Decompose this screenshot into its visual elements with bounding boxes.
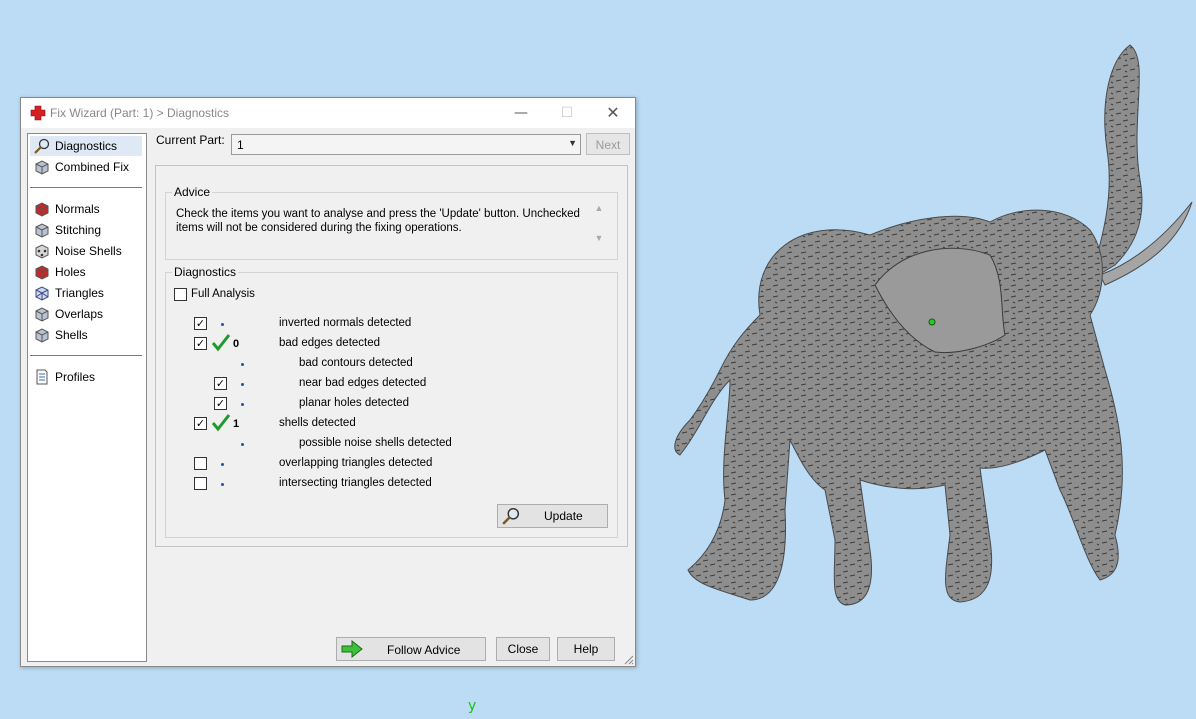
sidebar-item-label: Profiles — [55, 370, 96, 384]
current-part-label: Current Part: — [156, 133, 225, 147]
sidebar-item-shells[interactable]: Shells — [30, 325, 142, 345]
sidebar-item-label: Stitching — [55, 223, 102, 237]
advice-scrollbar[interactable]: ▲ ▼ — [592, 203, 606, 251]
sidebar-item-overlaps[interactable]: Overlaps — [30, 304, 142, 324]
red-cube-icon — [35, 202, 49, 217]
sidebar-item-noise-shells[interactable]: Noise Shells — [30, 241, 142, 261]
green-check-icon — [212, 414, 230, 432]
document-icon — [36, 369, 48, 385]
y-axis-indicator: y — [468, 698, 477, 714]
wizard-sidebar: Diagnostics Combined Fix Normals Stitchi… — [27, 133, 147, 662]
overlapping-triangles-checkbox[interactable] — [194, 457, 207, 470]
diagnostics-panel: Advice Check the items you want to analy… — [155, 165, 628, 547]
diagnostics-group: Diagnostics Full Analysis ✓ inverted nor… — [165, 265, 618, 538]
sidebar-item-label: Normals — [55, 202, 100, 216]
near-bad-edges-checkbox[interactable]: ✓ — [214, 377, 227, 390]
maximize-button[interactable]: ☐ — [544, 98, 590, 128]
sidebar-item-label: Holes — [55, 265, 86, 279]
current-part-value: 1 — [237, 138, 244, 152]
full-analysis-label: Full Analysis — [191, 288, 255, 300]
sidebar-divider — [30, 355, 142, 356]
cube-icon — [35, 223, 49, 238]
green-arrow-icon — [341, 640, 363, 658]
follow-advice-button[interactable]: Follow Advice — [336, 637, 486, 661]
sidebar-item-label: Overlaps — [55, 307, 104, 321]
sidebar-item-label: Triangles — [55, 286, 104, 300]
magnifier-icon — [502, 507, 520, 525]
sidebar-divider — [30, 187, 142, 188]
bad-edges-label: bad edges detected — [279, 337, 381, 349]
status-dot — [221, 463, 224, 466]
overlapping-triangles-label: overlapping triangles detected — [279, 457, 433, 469]
inverted-normals-label: inverted normals detected — [279, 317, 412, 329]
advice-title: Advice — [172, 185, 213, 199]
close-button[interactable]: Close — [496, 637, 550, 661]
title-bar[interactable]: Fix Wizard (Part: 1) > Diagnostics — ☐ ✕ — [21, 98, 635, 128]
status-dot — [241, 403, 244, 406]
green-check-icon — [212, 334, 230, 352]
current-part-select[interactable]: 1 ▼ — [231, 134, 581, 155]
sidebar-item-combined-fix[interactable]: Combined Fix — [30, 157, 142, 177]
cube-icon — [35, 307, 49, 322]
magnifier-icon — [34, 138, 50, 154]
follow-advice-label: Follow Advice — [387, 643, 461, 657]
shells-checkbox[interactable]: ✓ — [194, 417, 207, 430]
bad-edges-count: 0 — [233, 338, 240, 350]
elephant-model[interactable] — [660, 40, 1196, 610]
minimize-button[interactable]: — — [498, 98, 544, 128]
sidebar-item-label: Noise Shells — [55, 244, 122, 258]
noise-shells-label: possible noise shells detected — [299, 437, 452, 449]
inverted-normals-checkbox[interactable]: ✓ — [194, 317, 207, 330]
red-cross-icon — [30, 105, 46, 121]
fix-wizard-window: Fix Wizard (Part: 1) > Diagnostics — ☐ ✕… — [20, 97, 636, 667]
intersecting-triangles-checkbox[interactable] — [194, 477, 207, 490]
shells-count: 1 — [233, 418, 240, 430]
sidebar-item-profiles[interactable]: Profiles — [30, 367, 142, 387]
help-button[interactable]: Help — [557, 637, 615, 661]
bad-edges-checkbox[interactable]: ✓ — [194, 337, 207, 350]
chevron-down-icon: ▼ — [568, 138, 577, 148]
status-dot — [221, 323, 224, 326]
bad-contours-label: bad contours detected — [299, 357, 413, 369]
intersecting-triangles-label: intersecting triangles detected — [279, 477, 432, 489]
status-dot — [221, 483, 224, 486]
near-bad-edges-label: near bad edges detected — [299, 377, 427, 389]
status-dot — [241, 443, 244, 446]
shells-label: shells detected — [279, 417, 356, 429]
dotted-cube-icon — [35, 244, 49, 259]
sidebar-item-label: Shells — [55, 328, 88, 342]
advice-text: Check the items you want to analyse and … — [176, 208, 580, 234]
planar-holes-label: planar holes detected — [299, 397, 409, 409]
close-window-button[interactable]: ✕ — [590, 98, 636, 128]
advice-group: Advice Check the items you want to analy… — [165, 185, 618, 260]
wireframe-cube-icon — [35, 286, 49, 301]
sidebar-item-normals[interactable]: Normals — [30, 199, 142, 219]
diagnostics-title: Diagnostics — [172, 265, 239, 279]
status-dot — [241, 363, 244, 366]
cube-icon — [35, 160, 49, 175]
status-dot — [241, 383, 244, 386]
update-label: Update — [544, 509, 583, 523]
sidebar-item-label: Diagnostics — [55, 139, 118, 153]
red-cube-icon — [35, 265, 49, 280]
sidebar-item-stitching[interactable]: Stitching — [30, 220, 142, 240]
sidebar-item-triangles[interactable]: Triangles — [30, 283, 142, 303]
full-analysis-checkbox[interactable] — [174, 288, 187, 301]
resize-grip-icon[interactable] — [624, 655, 634, 665]
planar-holes-checkbox[interactable]: ✓ — [214, 397, 227, 410]
cube-icon — [35, 328, 49, 343]
sidebar-item-label: Combined Fix — [55, 160, 130, 174]
sidebar-item-diagnostics[interactable]: Diagnostics — [30, 136, 142, 156]
window-title: Fix Wizard (Part: 1) > Diagnostics — [50, 106, 230, 120]
sidebar-item-holes[interactable]: Holes — [30, 262, 142, 282]
next-button[interactable]: Next — [586, 133, 630, 155]
update-button[interactable]: Update — [497, 504, 608, 528]
